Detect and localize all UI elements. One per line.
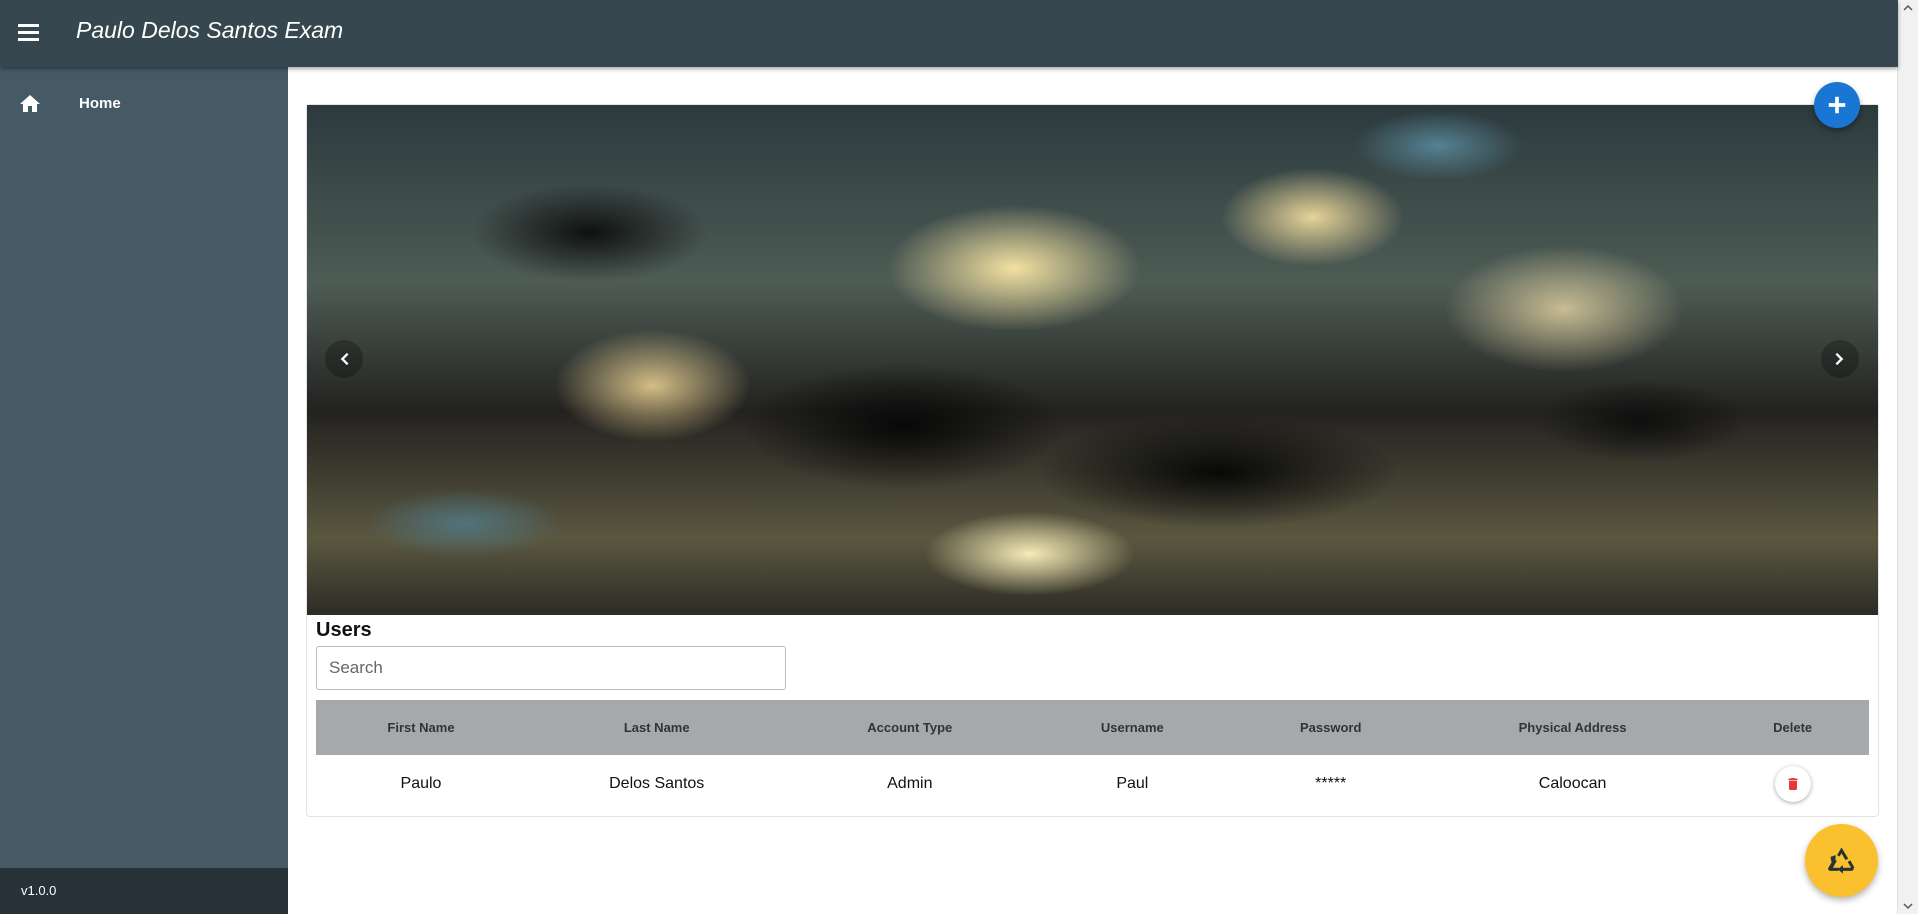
table-row: Paulo Delos Santos Admin Paul ***** Calo… xyxy=(316,755,1869,813)
cell-username: Paul xyxy=(1116,775,1149,792)
content-card: Users First Name Last Name Account Type … xyxy=(306,104,1879,817)
cell-account-type: Admin xyxy=(887,775,933,792)
column-header[interactable]: Username xyxy=(1032,700,1233,755)
sidebar-item-label: Home xyxy=(79,95,121,112)
table-header-row: First Name Last Name Account Type Userna… xyxy=(316,700,1869,755)
users-heading: Users xyxy=(316,619,372,641)
chevron-left-icon xyxy=(340,352,349,366)
trash-icon xyxy=(1787,778,1798,790)
version-footer: v1.0.0 xyxy=(0,868,288,914)
column-header[interactable]: Physical Address xyxy=(1428,700,1717,755)
sidebar-item-home[interactable]: Home xyxy=(0,82,288,126)
sidebar: Home v1.0.0 xyxy=(0,67,288,914)
cell-last-name: Delos Santos xyxy=(609,775,705,792)
version-label: v1.0.0 xyxy=(21,883,57,898)
cell-first-name: Paulo xyxy=(400,775,442,792)
add-user-button[interactable] xyxy=(1814,82,1860,128)
chevron-right-icon xyxy=(1835,352,1844,366)
carousel-next-button[interactable] xyxy=(1821,340,1859,378)
home-icon xyxy=(20,95,40,112)
cell-password: ***** xyxy=(1315,775,1347,792)
top-app-bar: Paulo Delos Santos Exam xyxy=(0,0,1898,67)
scroll-down-icon[interactable] xyxy=(1903,901,1913,911)
image-carousel xyxy=(307,105,1878,615)
column-header[interactable]: Last Name xyxy=(525,700,788,755)
plus-icon xyxy=(1828,96,1846,114)
users-table: First Name Last Name Account Type Userna… xyxy=(316,700,1869,813)
search-input[interactable] xyxy=(316,646,786,690)
column-header[interactable]: First Name xyxy=(316,700,526,755)
page-scrollbar[interactable] xyxy=(1897,0,1918,914)
column-header[interactable]: Password xyxy=(1232,700,1429,755)
carousel-prev-button[interactable] xyxy=(325,340,363,378)
cell-physical-address: Caloocan xyxy=(1538,775,1607,792)
delete-user-button[interactable] xyxy=(1774,766,1811,802)
column-header[interactable]: Account Type xyxy=(787,700,1033,755)
app-title: Paulo Delos Santos Exam xyxy=(76,17,344,43)
menu-icon[interactable] xyxy=(16,20,42,46)
cell-delete xyxy=(1716,755,1869,813)
scroll-up-icon[interactable] xyxy=(1903,3,1913,13)
recycle-icon xyxy=(1828,847,1855,874)
column-header: Delete xyxy=(1716,700,1869,755)
recycle-button[interactable] xyxy=(1805,824,1878,897)
